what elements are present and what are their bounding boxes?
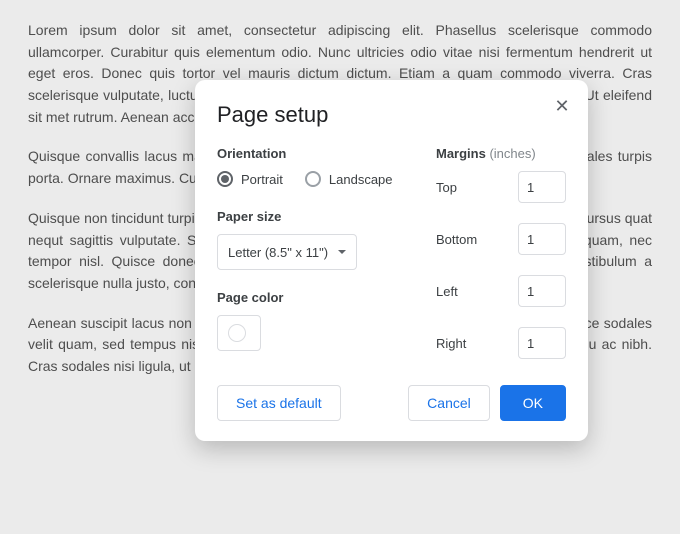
page-setup-dialog: ✕ Page setup Orientation Portrait Landsc… (195, 80, 588, 441)
orientation-label: Orientation (217, 146, 410, 161)
dialog-title: Page setup (217, 102, 566, 128)
margin-right-label: Right (436, 336, 466, 351)
margin-bottom-label: Bottom (436, 232, 477, 247)
orientation-portrait-radio[interactable]: Portrait (217, 171, 283, 187)
orientation-option-label: Landscape (329, 172, 393, 187)
orientation-option-label: Portrait (241, 172, 283, 187)
close-button[interactable]: ✕ (550, 94, 574, 118)
orientation-landscape-radio[interactable]: Landscape (305, 171, 393, 187)
margin-right-input[interactable] (518, 327, 566, 359)
paper-size-label: Paper size (217, 209, 410, 224)
radio-icon (217, 171, 233, 187)
close-icon: ✕ (554, 96, 569, 117)
margin-left-input[interactable] (518, 275, 566, 307)
chevron-down-icon (338, 250, 346, 254)
page-color-label: Page color (217, 290, 410, 305)
margin-bottom-input[interactable] (518, 223, 566, 255)
margins-label-text: Margins (436, 146, 486, 161)
margin-top-label: Top (436, 180, 457, 195)
color-swatch (228, 324, 246, 342)
margin-top-input[interactable] (518, 171, 566, 203)
set-as-default-button[interactable]: Set as default (217, 385, 341, 421)
cancel-button[interactable]: Cancel (408, 385, 490, 421)
margins-label: Margins (inches) (436, 146, 566, 161)
ok-button[interactable]: OK (500, 385, 566, 421)
margins-unit: (inches) (489, 146, 535, 161)
paper-size-select[interactable]: Letter (8.5" x 11") (217, 234, 357, 270)
radio-icon (305, 171, 321, 187)
margin-left-label: Left (436, 284, 458, 299)
page-color-select[interactable] (217, 315, 261, 351)
paper-size-value: Letter (8.5" x 11") (228, 245, 328, 260)
